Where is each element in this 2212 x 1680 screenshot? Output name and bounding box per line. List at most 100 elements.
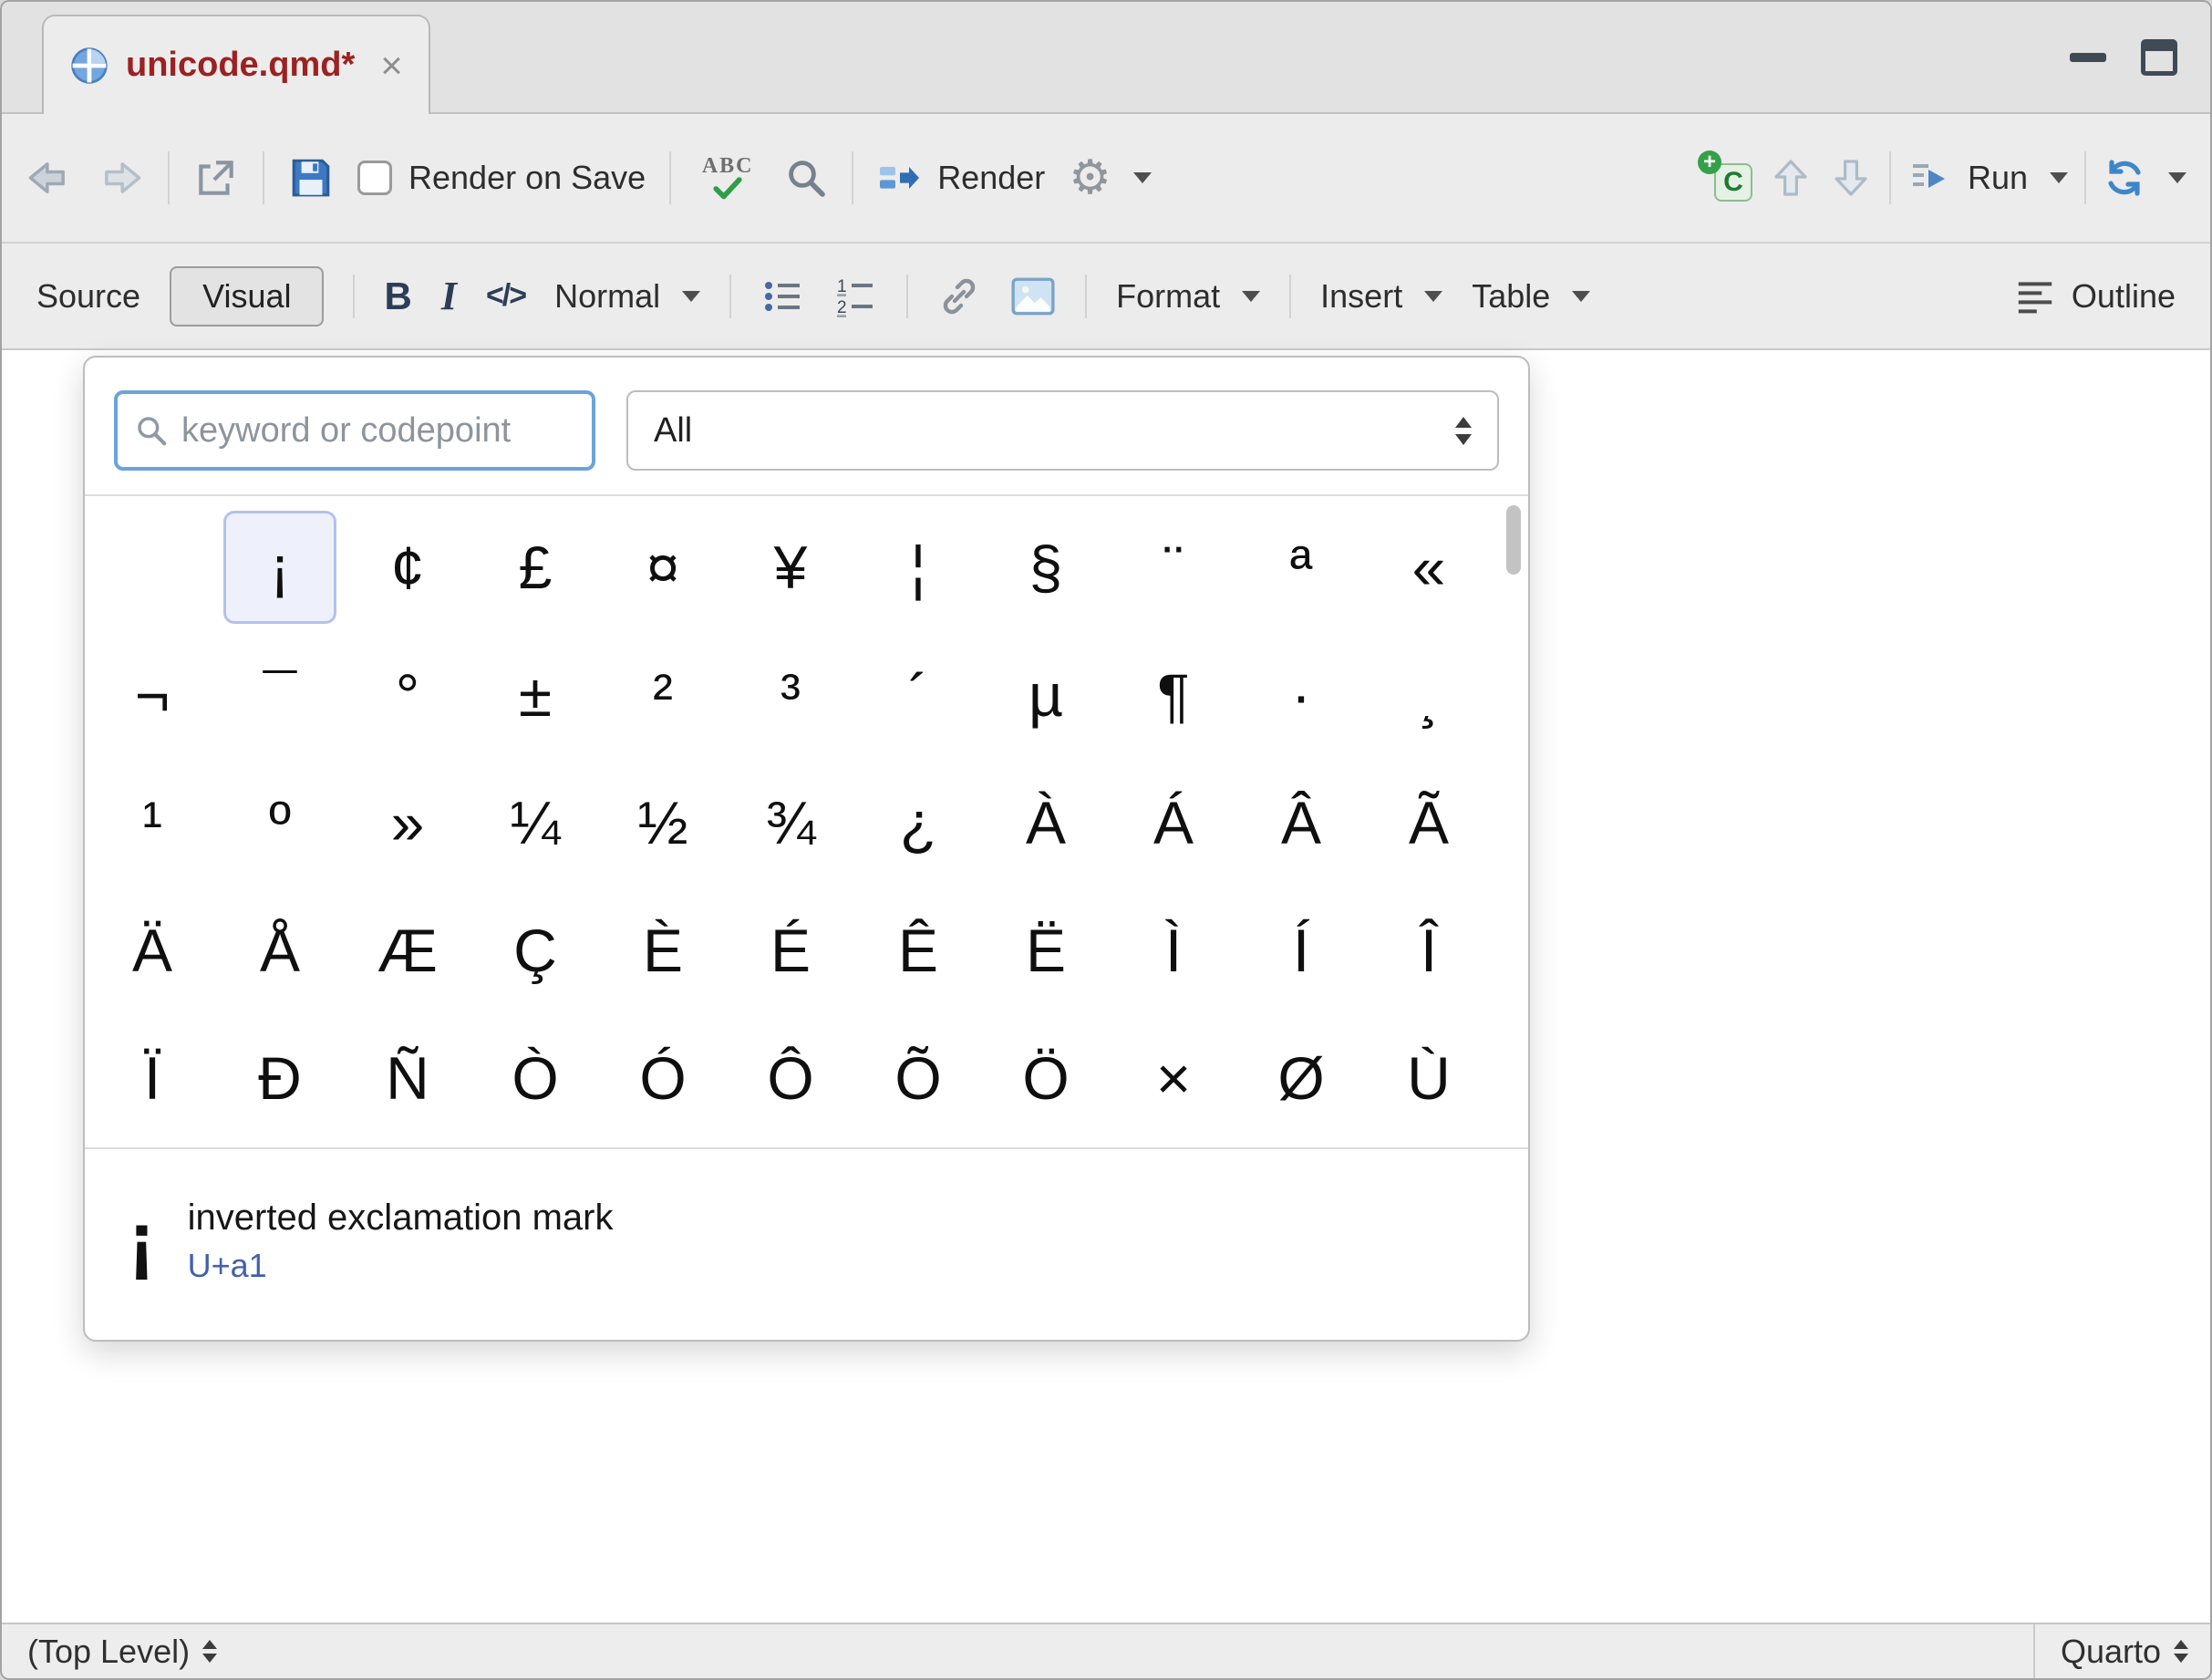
- char-cell[interactable]: ³: [727, 631, 854, 759]
- char-cell[interactable]: Í: [1237, 887, 1365, 1014]
- rerun-button[interactable]: [2103, 156, 2186, 200]
- char-cell[interactable]: ¶: [1110, 631, 1237, 759]
- char-cell[interactable]: §: [982, 503, 1110, 631]
- paragraph-style-dropdown[interactable]: Normal: [554, 277, 700, 316]
- bullet-list-icon[interactable]: [760, 275, 804, 318]
- render-settings-button[interactable]: ⚙: [1069, 154, 1152, 202]
- close-icon[interactable]: ×: [380, 47, 403, 85]
- outline-toggle[interactable]: Outline: [2015, 277, 2176, 316]
- jump-down-icon[interactable]: [1829, 154, 1873, 202]
- jump-up-icon[interactable]: [1769, 154, 1813, 202]
- category-select[interactable]: All: [626, 390, 1499, 471]
- italic-button[interactable]: I: [441, 273, 457, 319]
- save-icon[interactable]: [288, 155, 334, 201]
- char-cell[interactable]: Ø: [1237, 1014, 1365, 1142]
- char-cell[interactable]: ¬: [88, 631, 216, 759]
- forward-icon[interactable]: [97, 154, 144, 202]
- char-cell[interactable]: Ö: [982, 1014, 1110, 1142]
- char-cell[interactable]: ¢: [344, 503, 471, 631]
- link-icon[interactable]: [937, 275, 981, 318]
- char-cell[interactable]: ½: [599, 759, 727, 887]
- char-cell[interactable]: Ù: [1365, 1014, 1493, 1142]
- char-cell[interactable]: Ë: [982, 887, 1110, 1014]
- char-cell[interactable]: µ: [982, 631, 1110, 759]
- char-cell[interactable]: Ã: [1365, 759, 1493, 887]
- char-cell[interactable]: Î: [1365, 887, 1493, 1014]
- char-cell[interactable]: ¿: [854, 759, 982, 887]
- code-button[interactable]: </>: [486, 278, 525, 314]
- scope-selector[interactable]: (Top Level): [27, 1633, 217, 1671]
- char-cell[interactable]: ¸: [1365, 631, 1493, 759]
- char-cell[interactable]: É: [727, 887, 854, 1014]
- char-cell[interactable]: »: [344, 759, 471, 887]
- char-cell[interactable]: Á: [1110, 759, 1237, 887]
- visual-mode-button[interactable]: Visual: [170, 266, 324, 327]
- scrollbar-thumb[interactable]: [1506, 505, 1521, 575]
- char-cell[interactable]: ×: [1110, 1014, 1237, 1142]
- char-cell[interactable]: À: [982, 759, 1110, 887]
- run-icon: [1907, 156, 1951, 200]
- maximize-icon[interactable]: [2141, 39, 2177, 76]
- format-menu[interactable]: Format: [1116, 277, 1260, 316]
- source-mode-button[interactable]: Source: [36, 277, 140, 316]
- picker-search-box[interactable]: [114, 390, 595, 471]
- preview-glyph: ¡: [129, 1206, 155, 1276]
- numbered-list-icon[interactable]: 12: [833, 275, 877, 318]
- image-icon[interactable]: [1010, 276, 1056, 316]
- char-cell[interactable]: ª: [1237, 503, 1365, 631]
- char-cell[interactable]: Ô: [727, 1014, 854, 1142]
- char-cell[interactable]: ±: [471, 631, 599, 759]
- tab-unicode-qmd[interactable]: unicode.qmd* ×: [42, 15, 430, 114]
- table-menu[interactable]: Table: [1472, 277, 1590, 316]
- char-cell[interactable]: Ì: [1110, 887, 1237, 1014]
- toolbar-separator: [1085, 275, 1087, 318]
- char-cell[interactable]: È: [599, 887, 727, 1014]
- insert-menu[interactable]: Insert: [1320, 277, 1442, 316]
- minimize-icon[interactable]: [2070, 53, 2106, 62]
- char-cell[interactable]: Ñ: [344, 1014, 471, 1142]
- char-cell[interactable]: ¹: [88, 759, 216, 887]
- back-icon[interactable]: [26, 154, 73, 202]
- render-button[interactable]: Render: [877, 156, 1045, 200]
- char-cell[interactable]: ¼: [471, 759, 599, 887]
- run-button[interactable]: Run: [1907, 156, 2068, 200]
- char-cell[interactable]: ¡: [223, 511, 336, 624]
- char-cell[interactable]: Ä: [88, 887, 216, 1014]
- char-cell[interactable]: ¥: [727, 503, 854, 631]
- char-cell[interactable]: ¯: [216, 631, 344, 759]
- document-format-selector[interactable]: Quarto: [2033, 1624, 2210, 1678]
- char-cell[interactable]: Ð: [216, 1014, 344, 1142]
- open-in-new-window-icon[interactable]: [193, 155, 239, 201]
- search-input[interactable]: [180, 410, 575, 451]
- char-cell[interactable]: £: [471, 503, 599, 631]
- bold-button[interactable]: B: [384, 275, 411, 318]
- char-cell[interactable]: ¾: [727, 759, 854, 887]
- char-cell[interactable]: «: [1365, 503, 1493, 631]
- char-cell[interactable]: °: [344, 631, 471, 759]
- char-cell[interactable]: ¦: [854, 503, 982, 631]
- search-document-icon[interactable]: [784, 156, 828, 200]
- insert-chunk-icon[interactable]: + C: [1700, 154, 1752, 202]
- char-cell[interactable]: Ó: [599, 1014, 727, 1142]
- editor-canvas[interactable]: All ¡¢£¤¥¦§¨ª«¬¯°±²³´µ¶·¸¹º»¼½¾¿ÀÁÂÃÄÅÆÇ…: [2, 350, 2210, 1623]
- char-cell[interactable]: Ï: [88, 1014, 216, 1142]
- chevron-down-icon: [1133, 172, 1152, 183]
- char-cell[interactable]: Õ: [854, 1014, 982, 1142]
- char-cell[interactable]: Å: [216, 887, 344, 1014]
- pane-window-controls: [2070, 2, 2177, 112]
- char-cell[interactable]: º: [216, 759, 344, 887]
- char-cell[interactable]: ´: [854, 631, 982, 759]
- char-cell[interactable]: Æ: [344, 887, 471, 1014]
- toolbar-separator: [906, 275, 908, 318]
- char-cell[interactable]: Ò: [471, 1014, 599, 1142]
- char-cell[interactable]: Ê: [854, 887, 982, 1014]
- char-cell[interactable]: ²: [599, 631, 727, 759]
- char-cell[interactable]: ¤: [599, 503, 727, 631]
- render-on-save-checkbox[interactable]: [357, 161, 392, 195]
- char-cell[interactable]: ¨: [1110, 503, 1237, 631]
- char-cell[interactable]: ·: [1237, 631, 1365, 759]
- char-grid-scroll-area[interactable]: ¡¢£¤¥¦§¨ª« ¬¯°±²³´µ¶·¸ ¹º»¼½¾¿ÀÁÂÃ ÄÅÆÇÈÉÊË…: [85, 494, 1528, 1149]
- spellcheck-icon[interactable]: ABC: [695, 155, 760, 201]
- char-cell[interactable]: Â: [1237, 759, 1365, 887]
- char-cell[interactable]: Ç: [471, 887, 599, 1014]
